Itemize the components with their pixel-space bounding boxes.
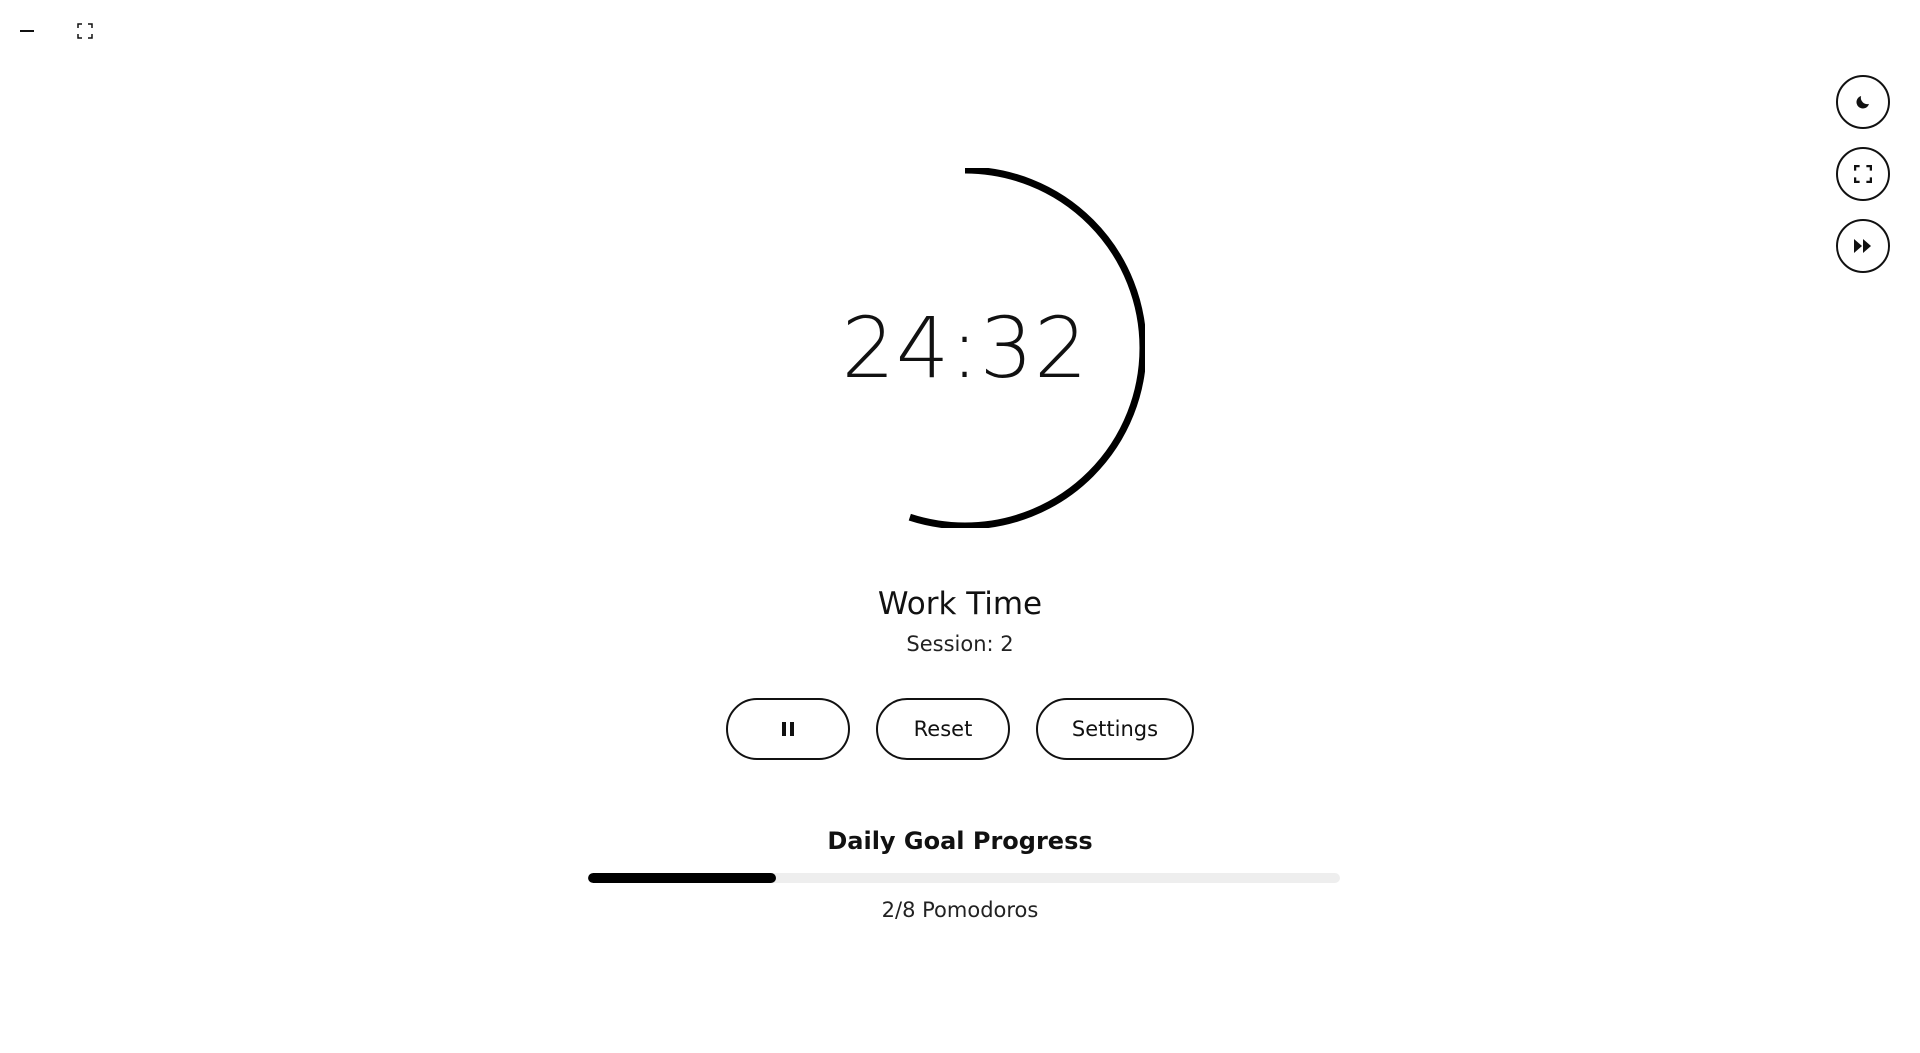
daily-goal-title: Daily Goal Progress: [827, 827, 1093, 855]
timer-display: 24:32: [841, 299, 1089, 397]
daily-goal-count: 2/8 Pomodoros: [881, 898, 1039, 922]
settings-button[interactable]: Settings: [1036, 698, 1194, 760]
daily-goal-progress-bar: [588, 873, 1340, 883]
reset-button[interactable]: Reset: [876, 698, 1010, 760]
pomodoro-app: 24:32 Work Time Session: 2 Reset Setting…: [0, 0, 1920, 1053]
mode-title: Work Time: [877, 586, 1043, 622]
dark-mode-button[interactable]: [1836, 75, 1890, 129]
expand-corners-icon: [77, 23, 93, 39]
timer: 24:32: [785, 168, 1145, 528]
minus-icon: [20, 30, 34, 32]
fullscreen-icon: [1854, 165, 1872, 183]
session-counter: Session: 2: [906, 632, 1014, 656]
skip-button[interactable]: [1836, 219, 1890, 273]
timer-controls: Reset Settings: [0, 698, 1920, 760]
daily-goal-progress-fill: [588, 873, 776, 883]
pause-icon: [782, 722, 794, 736]
fullscreen-button[interactable]: [1836, 147, 1890, 201]
fast-forward-icon: [1854, 239, 1871, 253]
moon-icon: [1856, 96, 1869, 109]
side-buttons: [1836, 75, 1890, 273]
window-controls: [18, 22, 94, 40]
pause-button[interactable]: [726, 698, 850, 760]
minimize-button[interactable]: [18, 22, 36, 40]
expand-button[interactable]: [76, 22, 94, 40]
